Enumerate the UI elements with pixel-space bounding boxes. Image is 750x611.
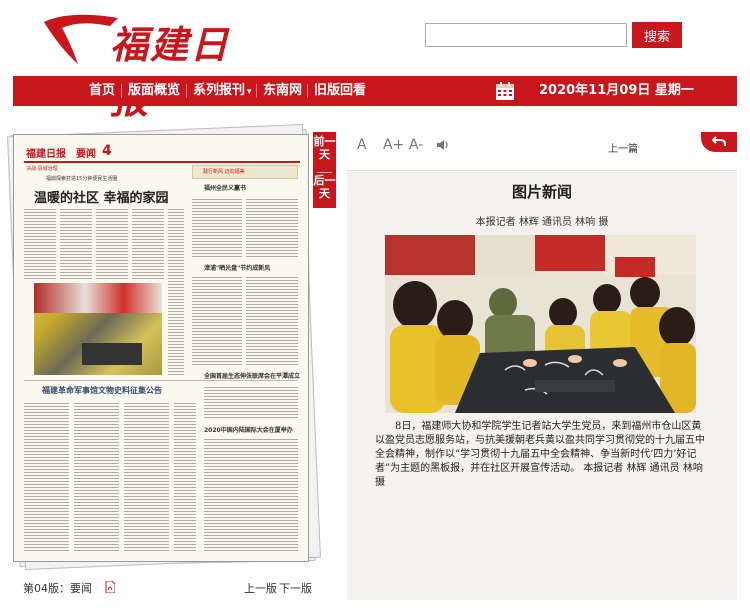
search-button[interactable]: 搜索 xyxy=(632,22,682,48)
newspaper-headline[interactable]: 温暖的社区 幸福的家园 xyxy=(34,187,169,206)
newspaper-kicker[interactable]: 决战·县城治理 xyxy=(26,165,58,172)
newspaper-photo[interactable] xyxy=(34,283,162,375)
newspaper-text-column xyxy=(24,401,69,551)
nav-divider xyxy=(307,84,308,98)
newspaper-text-column xyxy=(96,207,128,281)
prev-day-tab[interactable]: 前一天 xyxy=(313,135,336,161)
newspaper-right-headline[interactable]: 福州全民义赢书 xyxy=(204,183,246,192)
calendar-icon[interactable] xyxy=(495,81,515,101)
current-date: 2020年11月09日 星期一 xyxy=(539,83,694,98)
nav-item-home[interactable]: 首页 xyxy=(89,76,115,106)
font-decrease-button[interactable]: A- xyxy=(409,137,423,153)
chevron-down-icon: ▾ xyxy=(247,87,252,97)
newspaper-text-column xyxy=(174,401,196,551)
newspaper-lower-headline[interactable]: 福建革命军事馆文物史料征集公告 xyxy=(42,385,162,396)
nav-item-overview[interactable]: 版面概览 xyxy=(128,76,180,106)
newspaper-right-headline[interactable]: 漳浦"晒光盘"节约成新风 xyxy=(204,263,270,272)
nav-divider xyxy=(186,84,187,98)
next-day-tab[interactable]: 后一天 xyxy=(313,174,336,200)
logo[interactable]: 福建日报 xyxy=(40,8,240,122)
nav-divider xyxy=(256,84,257,98)
newspaper-page-thumbnail[interactable]: 福建日报 要闻 4 决战·县城治理 福鼎探索打造15分钟便民生活圈 温暖的社区 … xyxy=(13,134,309,562)
day-switch-tabs: 前一天 后一天 xyxy=(313,132,336,208)
newspaper-text-column xyxy=(168,207,184,377)
next-page-link[interactable]: 下一版 xyxy=(279,580,312,596)
article-photo-image xyxy=(385,235,696,413)
newspaper-section: 要闻 xyxy=(76,149,96,160)
current-page-label: 第04版：要闻 xyxy=(23,582,92,595)
newspaper-brand: 福建日报 xyxy=(26,149,66,160)
article-title: 图片新闻 xyxy=(511,183,572,201)
header: 福建日报 搜索 xyxy=(0,0,750,122)
back-button[interactable] xyxy=(701,132,737,152)
speaker-icon[interactable] xyxy=(436,139,450,151)
prev-article-link[interactable]: 上一篇 xyxy=(608,140,638,155)
article-body: 图片新闻 本报记者 林辉 通讯员 林响 摄 8日，福建师大协和学院学生记者站大学… xyxy=(347,170,737,600)
newspaper-subhead[interactable]: 福鼎探索打造15分钟便民生活圈 xyxy=(46,175,117,182)
back-arrow-icon xyxy=(712,136,726,146)
article-toolbar: A A+ A- 上一篇 xyxy=(347,132,737,158)
newspaper-right-headline[interactable]: 2020中国内陆国际大会在厦举办 xyxy=(204,425,293,434)
article-caption: 8日，福建师大协和学院学生记者站大学生党员，来到福州市仓山区黄以盈党员志愿服务站… xyxy=(375,421,705,488)
newspaper-text-column xyxy=(192,197,242,257)
newspaper-text-column xyxy=(24,207,56,281)
search-input[interactable] xyxy=(425,23,627,47)
nav-item-series[interactable]: 系列报刊 ▾ xyxy=(193,76,252,106)
page: 福建日报 搜索 首页 版面概览 系列报刊▾ 东南网 旧版回看 2020年11月0… xyxy=(0,0,750,611)
newspaper-text-column xyxy=(124,401,169,551)
newspaper-right-headline[interactable]: 全国首届生态伸张联席会在平潭成立 xyxy=(204,371,300,380)
newspaper-rule xyxy=(24,380,298,381)
logo-swoosh-icon xyxy=(44,14,118,64)
newspaper-masthead: 福建日报 要闻 4 xyxy=(24,143,300,163)
newspaper-right-banner: 践行新风 迈向福美 xyxy=(192,165,298,179)
logo-text: 福建日报 xyxy=(110,22,231,122)
newspaper-text-column xyxy=(192,275,242,365)
newspaper-text-column xyxy=(204,437,298,551)
tab-divider xyxy=(317,172,332,173)
pdf-icon[interactable] xyxy=(105,581,115,593)
newspaper-text-column xyxy=(204,385,298,419)
nav-item-old-version[interactable]: 旧版回看 xyxy=(314,76,366,106)
nav-item-series-label: 系列报刊 xyxy=(193,83,246,98)
page-bar: 第04版：要闻 上一版 下一版 xyxy=(13,578,313,596)
newspaper-photo-wall xyxy=(34,283,162,313)
nav-item-southeast[interactable]: 东南网 xyxy=(263,76,302,106)
article-photo[interactable] xyxy=(385,235,696,413)
prev-page-link[interactable]: 上一版 xyxy=(244,580,277,596)
newspaper-page-number: 4 xyxy=(102,143,112,159)
newspaper-photo-board xyxy=(82,343,142,365)
main-nav: 首页 版面概览 系列报刊 ▾ 东南网 旧版回看 2020年11月09日 星期一 xyxy=(13,76,737,106)
article-byline: 本报记者 林辉 通讯员 林响 摄 xyxy=(475,217,609,228)
newspaper-text-column xyxy=(246,197,298,257)
newspaper-text-column xyxy=(246,275,298,365)
nav-divider xyxy=(121,84,122,98)
font-increase-button[interactable]: A+ xyxy=(383,137,404,153)
article-panel: A A+ A- 上一篇 图片新闻 本报记者 林辉 通讯员 林响 摄 8日，福建师… xyxy=(347,132,737,600)
font-reset-button[interactable]: A xyxy=(357,137,367,153)
newspaper-text-column xyxy=(132,207,164,281)
newspaper-text-column xyxy=(60,207,92,281)
newspaper-right-banner-text: 践行新风 迈向福美 xyxy=(203,169,245,175)
newspaper-text-column xyxy=(74,401,119,551)
